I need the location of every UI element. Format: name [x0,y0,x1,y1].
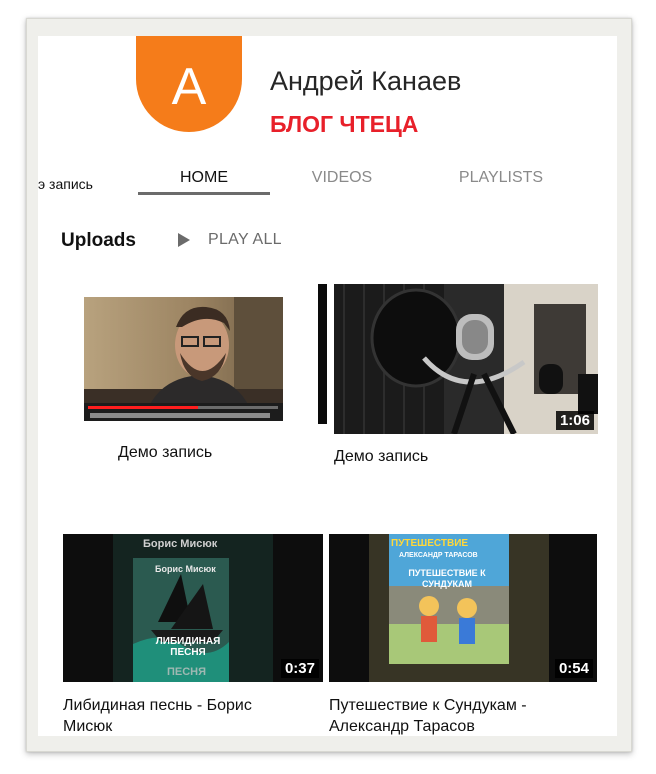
tab-videos[interactable]: VIDEOS [282,158,402,198]
video-title-1[interactable]: Демо запись [118,442,212,463]
video-title-2[interactable]: Демо запись [334,446,428,467]
cover-title: ПУТЕШЕСТВИЕ К СУНДУКАМ [408,568,486,589]
clipped-label: э запись [38,176,93,192]
video-thumbnail-4[interactable]: ПУТЕШЕСТВИЕ АЛЕКСАНДР ТАРАСОВ ПУТЕШЕСТВИ… [329,534,597,682]
cover-title: ЛИБИДИНАЯ ПЕСНЯ [155,636,221,658]
video-title-3[interactable]: Либидиная песнь - Борис Мисюк [63,695,252,736]
active-tab-indicator [138,192,270,195]
video-duration-3: 0:37 [280,659,319,678]
channel-name: Андрей Канаев [270,66,462,96]
cover-author-top: Борис Мисюк [143,538,218,550]
webcam-frame-image [84,297,283,421]
tab-playlists[interactable]: PLAYLISTS [436,158,566,198]
video-title-3-line2: Мисюк [63,718,113,735]
video-duration-2: 1:06 [555,411,594,430]
channel-avatar[interactable]: A [136,36,242,132]
avatar-letter: A [171,58,207,116]
video-title-4-line2: Александр Тарасов [329,718,475,735]
video-thumbnail-1[interactable] [84,297,283,421]
thumbnail-edge-bar [318,284,327,424]
video-title-3-line1: Либидиная песнь - Борис [63,697,252,714]
cover-bottom-text: ПЕСНЯ [167,666,207,678]
video-title-4[interactable]: Путешествие к Сундукам - Александр Тарас… [329,695,527,736]
video-thumbnail-2[interactable]: 1:06 [334,284,598,434]
video-duration-4: 0:54 [554,659,593,678]
channel-subtitle: БЛОГ ЧТЕЦА [270,111,419,137]
play-triangle-icon[interactable] [176,232,192,248]
uploads-heading: Uploads [61,230,136,251]
cover-author: Борис Мисюк [155,564,216,574]
play-all-button[interactable]: PLAY ALL [208,231,282,249]
youtube-channel-screen: A Андрей Канаев БЛОГ ЧТЕЦА э запись HOME… [38,36,617,736]
cover-top-text: ПУТЕШЕСТВИЕ [391,538,469,549]
cover-author: АЛЕКСАНДР ТАРАСОВ [399,552,478,559]
video-title-4-line1: Путешествие к Сундукам - [329,697,527,714]
video-thumbnail-3[interactable]: Борис Мисюк Борис Мисюк ЛИБИДИНАЯ ПЕСНЯ … [63,534,323,682]
